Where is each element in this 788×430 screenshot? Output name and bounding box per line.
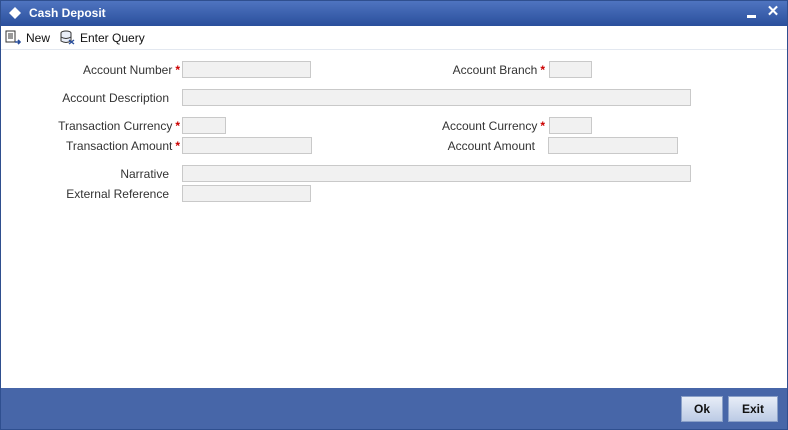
transaction-currency-label: Transaction Currency * <box>58 119 180 133</box>
required-marker: * <box>175 119 180 133</box>
required-marker: * <box>540 63 545 77</box>
ok-button[interactable]: Ok <box>681 396 723 422</box>
form-area: Account Number * Account Branch * Account … <box>1 51 787 387</box>
account-branch-input[interactable] <box>549 61 592 78</box>
exit-button[interactable]: Exit <box>728 396 778 422</box>
title-bar: Cash Deposit ✕ <box>1 1 787 26</box>
required-marker: * <box>175 139 180 153</box>
account-branch-label: Account Branch * <box>452 63 545 77</box>
enter-query-label: Enter Query <box>80 31 145 45</box>
required-marker: * <box>175 63 180 77</box>
transaction-currency-input[interactable] <box>182 117 226 134</box>
account-currency-input[interactable] <box>549 117 592 134</box>
footer-bar: Ok Exit <box>1 388 787 429</box>
new-record-icon <box>5 30 22 45</box>
account-description-label: Account Description <box>62 91 169 105</box>
external-reference-input[interactable] <box>182 185 311 202</box>
close-icon[interactable]: ✕ <box>765 3 781 21</box>
transaction-amount-label: Transaction Amount * <box>66 139 180 153</box>
transaction-amount-input[interactable] <box>182 137 312 154</box>
diamond-icon <box>9 7 21 19</box>
minimize-icon[interactable] <box>745 5 759 21</box>
narrative-label: Narrative <box>120 167 169 181</box>
narrative-input[interactable] <box>182 165 691 182</box>
enter-query-button[interactable]: Enter Query <box>59 29 145 47</box>
account-number-input[interactable] <box>182 61 311 78</box>
window-title: Cash Deposit <box>29 6 106 20</box>
account-number-label: Account Number * <box>82 63 180 77</box>
required-marker: * <box>540 119 545 133</box>
new-label: New <box>26 31 51 45</box>
cash-deposit-window: Cash Deposit ✕ New Enter Query Account N… <box>0 0 788 430</box>
account-amount-input[interactable] <box>548 137 678 154</box>
new-button[interactable]: New <box>5 29 50 47</box>
account-amount-label: Account Amount <box>447 139 535 153</box>
account-description-input[interactable] <box>182 89 691 106</box>
external-reference-label: External Reference <box>66 187 169 201</box>
toolbar: New Enter Query <box>1 26 787 50</box>
database-query-icon <box>60 30 75 45</box>
account-currency-label: Account Currency * <box>441 119 545 133</box>
